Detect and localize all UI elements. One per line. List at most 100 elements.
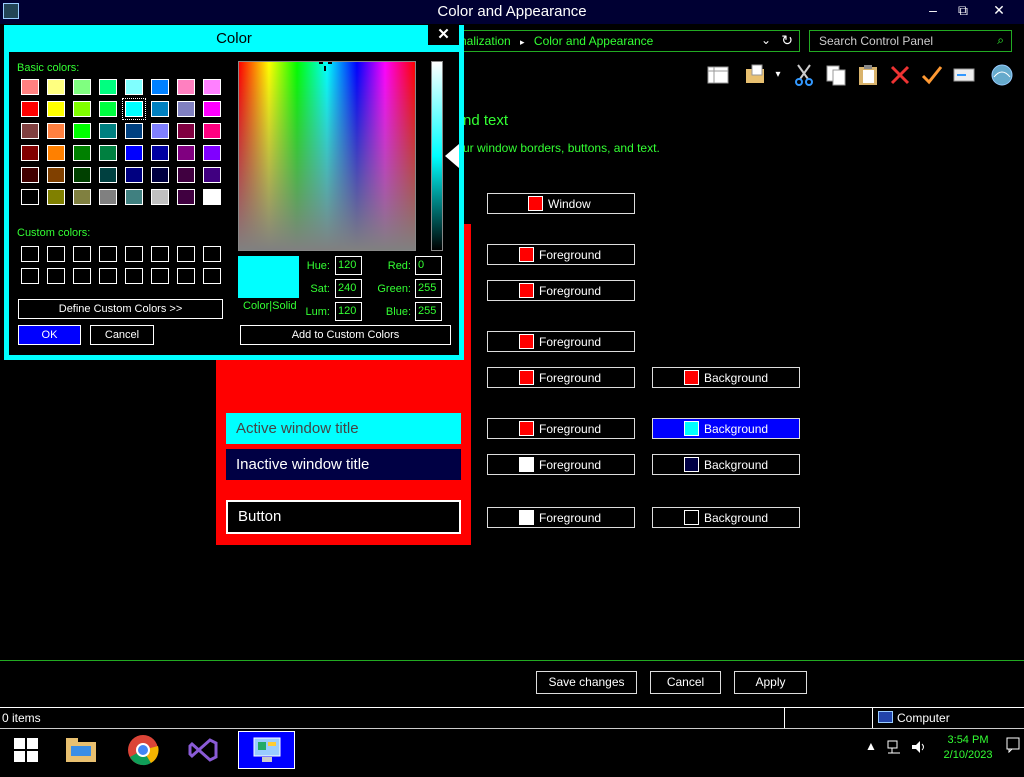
basic-color-swatch[interactable] <box>47 167 65 183</box>
basic-color-swatch[interactable] <box>99 145 117 161</box>
start-button[interactable] <box>0 731 52 769</box>
background-color-button[interactable]: Background <box>652 454 800 475</box>
basic-color-swatch[interactable] <box>203 189 221 205</box>
lum-field[interactable]: 120 <box>335 302 362 321</box>
basic-color-swatch[interactable] <box>47 123 65 139</box>
properties-icon[interactable] <box>952 63 976 87</box>
basic-color-swatch[interactable] <box>151 167 169 183</box>
basic-color-swatch[interactable] <box>125 145 143 161</box>
basic-color-swatch[interactable] <box>203 101 221 117</box>
refresh-icon[interactable]: ↻ <box>781 32 793 49</box>
sat-field[interactable]: 240 <box>335 279 362 298</box>
basic-color-swatch[interactable] <box>21 79 39 95</box>
foreground-color-button[interactable]: Foreground <box>487 454 635 475</box>
basic-color-swatch[interactable] <box>203 167 221 183</box>
basic-color-swatch[interactable] <box>125 123 143 139</box>
custom-color-swatch[interactable] <box>151 268 169 284</box>
foreground-color-button[interactable]: Foreground <box>487 331 635 352</box>
delete-icon[interactable] <box>888 63 912 87</box>
luminosity-bar[interactable] <box>431 61 443 251</box>
basic-color-swatch[interactable] <box>99 79 117 95</box>
basic-color-swatch[interactable] <box>47 79 65 95</box>
custom-color-swatch[interactable] <box>177 246 195 262</box>
custom-color-swatch[interactable] <box>99 268 117 284</box>
basic-color-swatch[interactable] <box>203 123 221 139</box>
basic-color-swatch[interactable] <box>99 101 117 117</box>
background-color-button[interactable]: Background <box>652 367 800 388</box>
basic-color-swatch[interactable] <box>47 189 65 205</box>
close-button[interactable]: ✕ <box>984 0 1014 22</box>
foreground-color-button[interactable]: Foreground <box>487 367 635 388</box>
basic-color-swatch[interactable] <box>73 123 91 139</box>
hue-field[interactable]: 120 <box>335 256 362 275</box>
visual-studio-icon[interactable] <box>178 731 230 769</box>
basic-color-swatch[interactable] <box>99 123 117 139</box>
custom-color-swatch[interactable] <box>99 246 117 262</box>
add-to-custom-colors-button[interactable]: Add to Custom Colors <box>240 325 451 345</box>
notifications-icon[interactable] <box>1006 737 1020 756</box>
basic-color-swatch[interactable] <box>125 189 143 205</box>
background-color-button-selected[interactable]: Background <box>652 418 800 439</box>
basic-color-swatch[interactable] <box>47 101 65 117</box>
basic-color-swatch[interactable] <box>99 189 117 205</box>
basic-color-swatch[interactable] <box>177 189 195 205</box>
red-field[interactable]: 0 <box>415 256 442 275</box>
window-color-button[interactable]: Window <box>487 193 635 214</box>
foreground-color-button[interactable]: Foreground <box>487 280 635 301</box>
save-changes-button[interactable]: Save changes <box>536 671 637 694</box>
custom-color-swatch[interactable] <box>203 246 221 262</box>
basic-color-swatch[interactable] <box>47 145 65 161</box>
basic-color-swatch[interactable] <box>177 123 195 139</box>
basic-color-swatch[interactable] <box>177 145 195 161</box>
basic-color-swatch[interactable] <box>73 189 91 205</box>
copy-icon[interactable] <box>824 63 848 87</box>
basic-color-swatch[interactable] <box>177 101 195 117</box>
checkmark-icon[interactable] <box>920 63 944 87</box>
basic-color-swatch[interactable] <box>203 79 221 95</box>
basic-color-swatch[interactable] <box>151 123 169 139</box>
custom-color-swatch[interactable] <box>125 268 143 284</box>
basic-color-swatch[interactable] <box>203 145 221 161</box>
basic-color-swatch[interactable] <box>125 79 143 95</box>
luminosity-slider-arrow[interactable] <box>445 144 459 168</box>
custom-color-swatch[interactable] <box>21 268 39 284</box>
custom-color-swatch[interactable] <box>47 268 65 284</box>
clock[interactable]: 3:54 PM 2/10/2023 <box>936 733 1000 763</box>
show-hidden-icons-icon[interactable]: ▲ <box>865 739 877 753</box>
basic-color-swatch[interactable] <box>151 101 169 117</box>
basic-color-swatch[interactable] <box>151 189 169 205</box>
basic-color-swatch[interactable] <box>122 98 146 120</box>
chrome-icon[interactable] <box>117 731 169 769</box>
custom-color-swatch[interactable] <box>203 268 221 284</box>
custom-color-swatch[interactable] <box>21 246 39 262</box>
color-spectrum[interactable] <box>238 61 416 251</box>
basic-color-swatch[interactable] <box>177 79 195 95</box>
breadcrumb-color-appearance[interactable]: Color and Appearance <box>534 34 653 48</box>
apply-button[interactable]: Apply <box>734 671 807 694</box>
minimize-button[interactable]: – <box>918 0 948 22</box>
foreground-color-button[interactable]: Foreground <box>487 244 635 265</box>
basic-color-swatch[interactable] <box>21 145 39 161</box>
foreground-color-button[interactable]: Foreground <box>487 507 635 528</box>
custom-color-swatch[interactable] <box>125 246 143 262</box>
basic-color-swatch[interactable] <box>21 101 39 117</box>
foreground-color-button[interactable]: Foreground <box>487 418 635 439</box>
blue-field[interactable]: 255 <box>415 302 442 321</box>
define-custom-colors-button[interactable]: Define Custom Colors >> <box>18 299 223 319</box>
basic-color-swatch[interactable] <box>73 145 91 161</box>
custom-color-swatch[interactable] <box>73 246 91 262</box>
basic-color-swatch[interactable] <box>21 123 39 139</box>
search-input[interactable]: Search Control Panel ⌕ <box>809 30 1012 52</box>
maximize-button[interactable]: ⧉ <box>948 0 978 22</box>
basic-color-swatch[interactable] <box>73 79 91 95</box>
address-bar[interactable]: nalization ▸ Color and Appearance ⌄ ↻ <box>455 30 800 52</box>
search-icon[interactable]: ⌕ <box>997 33 1004 48</box>
network-icon[interactable] <box>886 739 902 758</box>
basic-color-swatch[interactable] <box>151 79 169 95</box>
paste-icon[interactable] <box>856 63 880 87</box>
basic-color-swatch[interactable] <box>151 145 169 161</box>
basic-color-swatch[interactable] <box>21 167 39 183</box>
shell-icon[interactable] <box>990 63 1014 87</box>
dropdown-arrow-icon[interactable]: ▾ <box>772 63 784 87</box>
layout-icon[interactable] <box>706 63 730 87</box>
